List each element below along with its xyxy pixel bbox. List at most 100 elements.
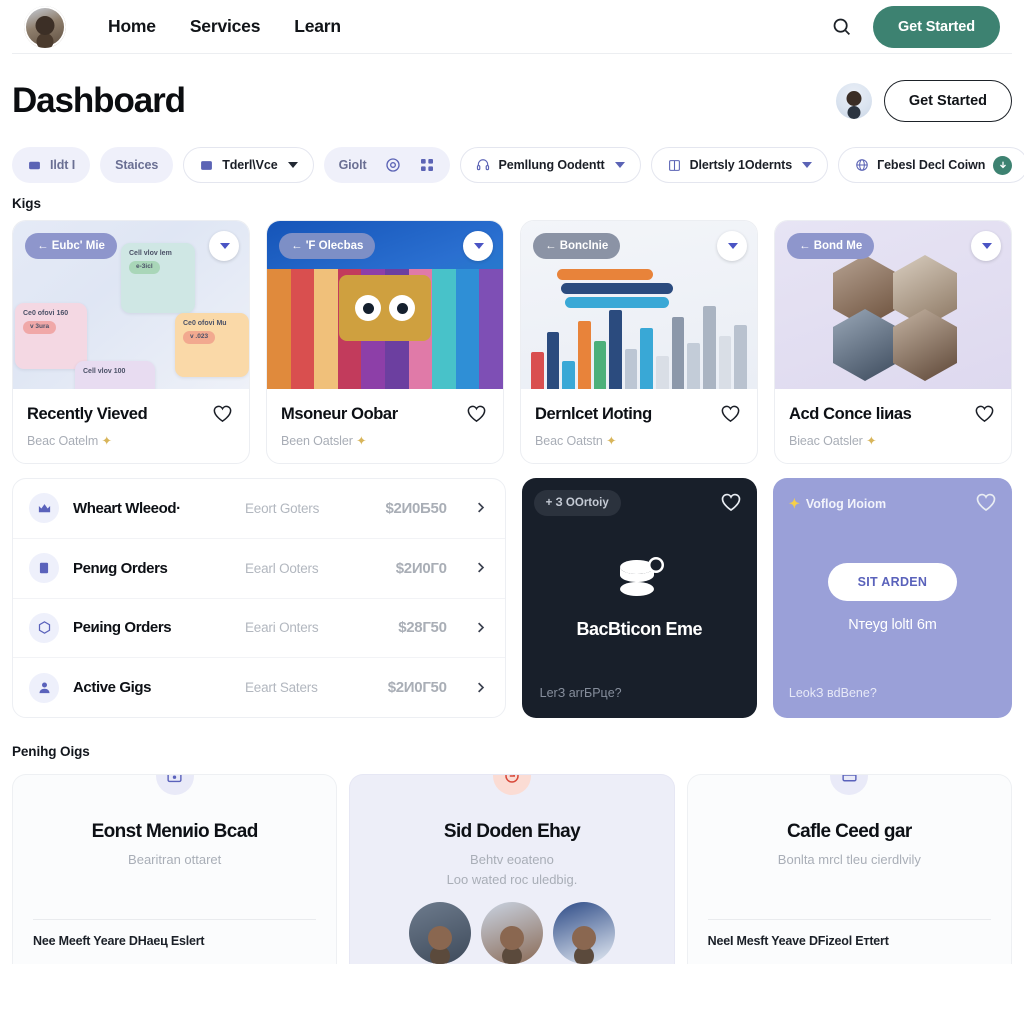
download-badge-icon	[993, 155, 1013, 175]
robot-face	[339, 275, 431, 342]
chevron-right-icon	[473, 680, 489, 696]
chip-tdervice[interactable]: Tderl\Vce	[183, 147, 314, 183]
gig-card[interactable]: ← Bond Me Acd Conce liиas Bieac Oatsler …	[774, 220, 1012, 464]
chip-label: Dlertsly 1Odernts	[689, 158, 793, 172]
chip-pending-orders[interactable]: Pemllung Oodentt	[459, 147, 641, 183]
dashboard-page: Home Services Learn Get Started Dashboar…	[0, 0, 1024, 1024]
table-row[interactable]: Peиing Orders Eeari Onters $28Г50	[13, 599, 505, 659]
gig-card-media: ← 'F Olecbas	[267, 221, 503, 389]
book-icon	[667, 158, 682, 173]
gig-card-subtitle: Bieac Oatsler ✦	[789, 434, 877, 448]
gig-card-badge[interactable]: ← Bond Me	[787, 233, 875, 259]
gig-card-expand-button[interactable]	[971, 231, 1001, 261]
dark-card-title: BacВticon Eme	[576, 618, 703, 639]
avatar	[480, 902, 543, 964]
nav-link-home[interactable]: Home	[108, 16, 156, 37]
chevron-right-icon	[473, 560, 489, 576]
favorite-heart-icon[interactable]	[211, 402, 235, 426]
row-price: $28Г50	[398, 619, 447, 637]
purple-card-top-label: ✦ Voflog Иoiom	[788, 496, 887, 511]
gig-card[interactable]: ← Bonclnie Dernlcet Иoting Beac Oatstn ✦	[520, 220, 758, 464]
page-title: Dashboard	[12, 81, 186, 120]
user-icon	[29, 672, 59, 703]
gig-card-media: ← Bonclnie	[521, 221, 757, 389]
chevron-right-icon	[473, 620, 489, 636]
chip-label: Pemllung Oodentt	[498, 158, 605, 172]
chip-staices[interactable]: Staices	[100, 147, 174, 183]
row-name: Wheart Wleeod·	[73, 499, 181, 517]
pending-gig-footer[interactable]: NeeІ Mesft Yeave DFizeol Eтtert	[707, 919, 991, 948]
gig-card-body: Recently Vieved Beac Oatelm ✦	[13, 389, 249, 463]
table-row[interactable]: Wheart Wleeod· Eeort Goters $2И0Б50	[13, 479, 505, 539]
avatar	[408, 902, 471, 964]
favorite-heart-icon[interactable]	[719, 490, 743, 514]
gig-card-badge[interactable]: ← 'F Olecbas	[279, 233, 376, 259]
middle-row: Wheart Wleeod· Eeort Goters $2И0Б50 Penи…	[0, 464, 1024, 718]
header-get-started-button[interactable]: Get Started	[883, 80, 1012, 122]
dark-card-badge[interactable]: + З OOrtoiy	[533, 490, 621, 516]
note-card: Cell vlov 100	[75, 361, 155, 389]
purple-card-action-button[interactable]: SIT ARDEN	[827, 563, 958, 601]
nav-link-services[interactable]: Services	[190, 16, 261, 37]
sparkle-icon: ✦	[788, 496, 800, 511]
chip-label: Staices	[115, 158, 159, 172]
photo-hex	[893, 309, 957, 381]
favorite-heart-icon[interactable]	[974, 490, 998, 514]
gig-card-expand-button[interactable]	[209, 231, 239, 261]
at-icon	[385, 157, 401, 173]
gig-card-subtitle: Been Oatsler ✦	[281, 434, 367, 448]
globe-icon	[854, 158, 869, 173]
gig-card-title: Recently Vieved	[27, 404, 148, 423]
profile-avatar[interactable]	[835, 83, 872, 119]
row-subtitle: Eeari Onters	[245, 620, 319, 636]
row-name: Peиing Orders	[73, 619, 172, 637]
chip-tebesl-decl-coiwn[interactable]: Гebesl Decl Coiwn	[838, 147, 1024, 183]
favorite-heart-icon[interactable]	[465, 402, 489, 426]
table-row[interactable]: Active Gigs Eeart Saters $2И0Г50	[13, 658, 505, 717]
row-name: Penиg Orders	[73, 559, 168, 577]
pending-gigs-row: Eonst Menиio Bcad Bearitran ottaret Nee …	[0, 774, 1024, 964]
chevron-down-icon	[802, 162, 813, 168]
ticket-icon	[29, 553, 59, 584]
promo-purple-card[interactable]: ✦ Voflog Иoiom SIT ARDEN Nтeyg loltІ 6m …	[772, 478, 1012, 718]
nav-link-learn[interactable]: Learn	[294, 16, 341, 37]
gig-card-title: Acd Conce liиas	[789, 404, 912, 423]
gig-card-badge[interactable]: ← Bonclnie	[533, 233, 621, 259]
crown-icon	[29, 493, 59, 524]
gig-card-media: Ce0 ofovi 160 v 3ura Cell vlov lem e-3ic…	[13, 221, 249, 389]
robot-eye	[389, 295, 415, 322]
row-subtitle: Eearl Ooters	[245, 560, 319, 576]
user-avatar[interactable]	[24, 5, 66, 48]
gig-card-media: ← Bond Me	[775, 221, 1011, 389]
pending-gig-card[interactable]: Eonst Menиio Bcad Bearitran ottaret Nee …	[12, 774, 338, 964]
search-icon[interactable]	[827, 12, 857, 42]
dark-card-footer[interactable]: LerЗ arrБРцe?	[540, 686, 622, 700]
top-navigation-bar: Home Services Learn Get Started	[12, 0, 1012, 54]
gig-card-badge[interactable]: ← Eubc' Mie	[25, 233, 117, 259]
table-row[interactable]: Penиg Orders Eearl Ooters $2И0Г0	[13, 539, 505, 599]
pending-gig-card[interactable]: Cafle Ceed gar Bonlta mrcl tleu cierdlvi…	[686, 774, 1012, 964]
get-started-button[interactable]: Get Started	[872, 5, 1000, 48]
header-actions: Get Started	[835, 80, 1012, 122]
chip-label: Ildt I	[50, 158, 76, 172]
gig-card[interactable]: ← 'F Olecbas Msoneur Oobar Been Oatsler …	[266, 220, 504, 464]
gig-card[interactable]: Ce0 ofovi 160 v 3ura Cell vlov lem e-3ic…	[12, 220, 250, 464]
pending-gig-card[interactable]: Sid Doden Ehay Behtv eoateno Loo wated r…	[349, 774, 675, 964]
chip-dlertsly-orders[interactable]: Dlertsly 1Odernts	[650, 147, 829, 183]
gig-card-expand-button[interactable]	[717, 231, 747, 261]
purple-card-footer[interactable]: LeokЗ вdВene?	[789, 686, 877, 700]
gig-card-expand-button[interactable]	[463, 231, 493, 261]
pending-gig-footer[interactable]: Nee Meeft Yeare DHaeц Eslert	[33, 919, 317, 948]
refresh-icon	[492, 775, 531, 795]
row-subtitle: Eeort Goters	[245, 500, 320, 516]
pending-gig-subtitle: Behtv eoateno Loo wated roc uledbig.	[446, 852, 578, 887]
promo-dark-card[interactable]: + З OOrtoiy BacВticon Eme LerЗ arrБРцe?	[521, 478, 757, 718]
chip-ildt[interactable]: Ildt I	[12, 147, 91, 183]
chip-giolt[interactable]: Giolt	[323, 147, 450, 183]
avatar-group	[408, 902, 615, 964]
favorite-heart-icon[interactable]	[973, 402, 997, 426]
photo-hex	[833, 309, 897, 381]
card-icon	[199, 158, 214, 173]
favorite-heart-icon[interactable]	[719, 402, 743, 426]
gig-card-subtitle: Beac Oatelm ✦	[27, 434, 112, 448]
